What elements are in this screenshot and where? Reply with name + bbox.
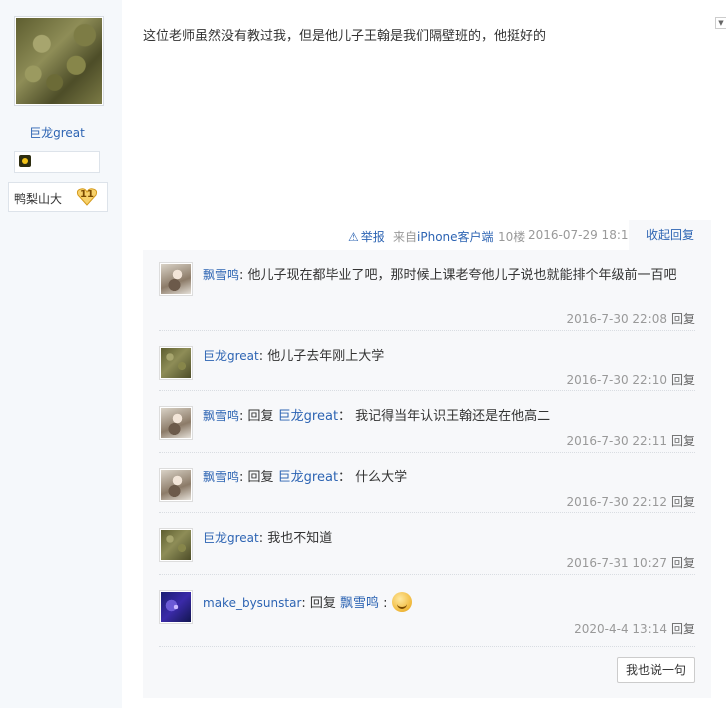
reply-list: 飘雪鸣: 他儿子现在都毕业了吧，那时候上课老夸他儿子说也就能排个年级前一百吧 2… (143, 250, 711, 698)
reply-item: 飘雪鸣: 回复 巨龙great： 什么大学 2016-7-30 22:12 回复 (159, 452, 695, 513)
author-avatar-image (16, 18, 102, 104)
reply-item: 飘雪鸣: 回复 巨龙great： 我记得当年认识王翰还是在他高二 2016-7-… (159, 390, 695, 453)
reply-button[interactable]: 回复 (671, 312, 695, 326)
reply-item: 巨龙great: 他儿子去年刚上大学 2016-7-30 22:10 回复 (159, 330, 695, 391)
reply-content: 飘雪鸣: 他儿子现在都毕业了吧，那时候上课老夸他儿子说也就能排个年级前一百吧 (203, 268, 677, 283)
reply-text: 我也不知道 (267, 531, 333, 546)
reply-item: 飘雪鸣: 他儿子现在都毕业了吧，那时候上课老夸他儿子说也就能排个年级前一百吧 2… (159, 250, 695, 331)
girl-avatar[interactable] (159, 406, 193, 440)
medal-box (14, 151, 100, 173)
reply-footer: 2016-7-30 22:08 回复 (566, 310, 695, 327)
reply-username[interactable]: 飘雪鸣 (203, 470, 239, 484)
reply-username[interactable]: 巨龙great (203, 531, 259, 545)
reply-button[interactable]: 回复 (671, 373, 695, 387)
reply-footer: 2016-7-31 10:27 回复 (566, 554, 695, 571)
reply-content: 巨龙great: 我也不知道 (203, 531, 333, 546)
reply-text: : (379, 596, 388, 611)
reply-item: make_bysunstar: 回复 飘雪鸣 : 2020-4-4 13:14 回… (159, 574, 695, 647)
reply-prefix: 回复 (309, 596, 341, 611)
reply-username[interactable]: 巨龙great (203, 349, 259, 363)
add-comment-button[interactable]: 我也说一句 (617, 657, 695, 683)
reply-text: ： 我记得当年认识王翰还是在他高二 (338, 409, 551, 424)
reply-time: 2020-4-4 13:14 (574, 622, 667, 636)
reply-button[interactable]: 回复 (671, 556, 695, 570)
forum-name: 鸭梨山大 (14, 192, 63, 206)
level-number: 11 (80, 189, 94, 200)
report-label: 举报 (360, 230, 385, 244)
reply-button[interactable]: 回复 (671, 495, 695, 509)
girl-avatar[interactable] (159, 262, 193, 296)
reply-footer: 2020-4-4 13:14 回复 (574, 620, 695, 637)
reply-time: 2016-7-30 22:11 (566, 434, 667, 448)
reply-username[interactable]: 飘雪鸣 (203, 409, 239, 423)
post-time: 2016-07-29 18:13 (528, 228, 637, 242)
reply-time: 2016-7-30 22:12 (566, 495, 667, 509)
star-avatar[interactable] (159, 590, 193, 624)
reply-content: 飘雪鸣: 回复 巨龙great： 什么大学 (203, 470, 408, 485)
reply-time: 2016-7-30 22:08 (566, 312, 667, 326)
collapse-replies-button[interactable]: 收起回复 (629, 220, 711, 250)
reply-footer: 2016-7-30 22:12 回复 (566, 493, 695, 510)
reply-prefix: 回复 (247, 409, 278, 424)
report-link[interactable]: ⚠ 举报 (348, 228, 385, 245)
reply-username[interactable]: make_bysunstar (203, 596, 301, 610)
author-username[interactable]: 巨龙great (0, 124, 114, 141)
reply-content: 巨龙great: 他儿子去年刚上大学 (203, 349, 385, 364)
reply-target-user[interactable]: 巨龙great (278, 470, 338, 485)
reply-target-user[interactable]: 飘雪鸣 (340, 596, 379, 611)
reply-text: 他儿子去年刚上大学 (267, 349, 385, 364)
chevron-down-icon[interactable]: ▼ (715, 17, 726, 29)
reply-text: ： 什么大学 (338, 470, 408, 485)
reply-content: make_bysunstar: 回复 飘雪鸣 : (203, 592, 693, 615)
reply-text: 他儿子现在都毕业了吧，那时候上课老夸他儿子说也就能排个年级前一百吧 (247, 268, 677, 283)
reply-username[interactable]: 飘雪鸣 (203, 268, 239, 282)
reply-item: 巨龙great: 我也不知道 2016-7-31 10:27 回复 (159, 512, 695, 575)
smiley-emoji-icon (391, 592, 412, 612)
reply-content: 飘雪鸣: 回复 巨龙great： 我记得当年认识王翰还是在他高二 (203, 409, 551, 424)
reply-button[interactable]: 回复 (671, 434, 695, 448)
leaf-avatar[interactable] (159, 528, 193, 562)
reply-target-user[interactable]: 巨龙great (278, 409, 338, 424)
medal-icon[interactable] (19, 155, 31, 167)
author-avatar[interactable] (14, 16, 104, 106)
forum-level-badge[interactable]: 鸭梨山大 11 (8, 182, 108, 212)
reply-footer: 2016-7-30 22:11 回复 (566, 432, 695, 449)
reply-prefix: 回复 (247, 470, 278, 485)
author-sidebar: 巨龙great 鸭梨山大 11 (0, 0, 122, 708)
leaf-avatar[interactable] (159, 346, 193, 380)
floor-number: 10楼 (498, 230, 526, 244)
post-source: 来自iPhone客户端 (393, 228, 494, 245)
reply-time: 2016-7-30 22:10 (566, 373, 667, 387)
reply-time: 2016-7-31 10:27 (566, 556, 667, 570)
source-link[interactable]: iPhone客户端 (417, 230, 494, 244)
reply-footer: 2016-7-30 22:10 回复 (566, 371, 695, 388)
heart-badge-icon: 11 (76, 187, 98, 207)
source-prefix: 来自 (393, 230, 418, 244)
warning-triangle-icon: ⚠ (348, 230, 359, 244)
reply-button[interactable]: 回复 (671, 622, 695, 636)
girl-avatar[interactable] (159, 468, 193, 502)
post-content: 这位老师虽然没有教过我，但是他儿子王翰是我们隔壁班的，他挺好的 (143, 29, 547, 44)
